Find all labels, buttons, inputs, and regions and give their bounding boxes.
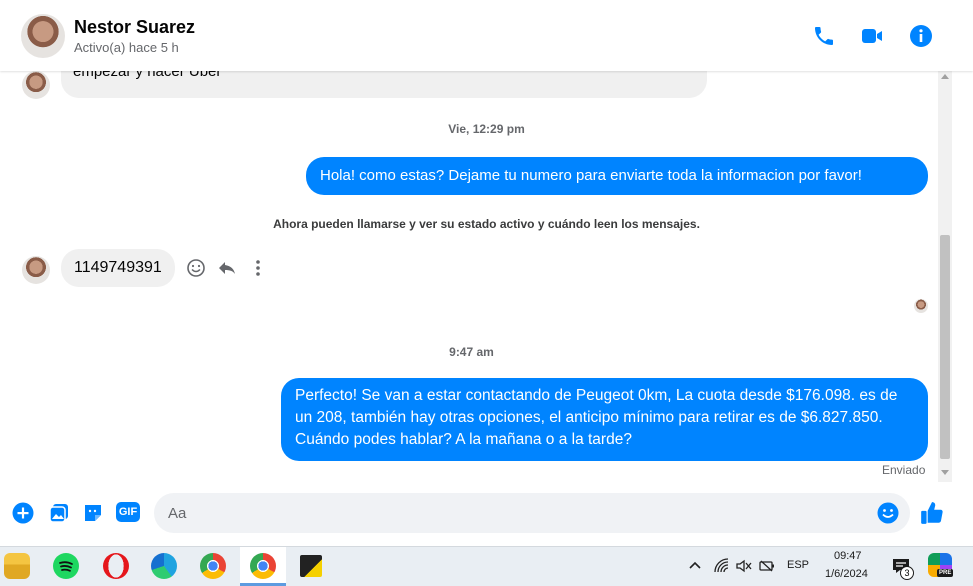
edge-icon[interactable]: [151, 553, 177, 579]
contact-name[interactable]: Nestor Suarez: [74, 17, 195, 38]
thumbs-up-like-icon[interactable]: [919, 500, 945, 526]
gif-button[interactable]: GIF: [116, 502, 140, 522]
scroll-down-arrow-icon[interactable]: [941, 470, 949, 475]
scroll-up-arrow-icon[interactable]: [941, 74, 949, 79]
system-notice: Ahora pueden llamarse y ver su estado ac…: [273, 217, 700, 231]
pre-badge: PRE: [937, 569, 954, 577]
add-plus-icon[interactable]: [12, 502, 34, 524]
message-text: Perfecto! Se van a estar contactando de …: [295, 387, 898, 448]
contact-avatar[interactable]: [21, 14, 65, 58]
message-list[interactable]: empezar y hacer Uber Vie, 12:29 pm Hola!…: [0, 71, 973, 482]
timestamp-divider: Vie, 12:29 pm: [448, 122, 525, 136]
message-text: 1149749391: [74, 259, 162, 276]
outgoing-message-bubble[interactable]: Perfecto! Se van a estar contactando de …: [281, 378, 928, 461]
clock-date[interactable]: 1/6/2024: [825, 568, 868, 580]
contact-status: Activo(a) hace 5 h: [74, 40, 179, 55]
delivery-status: Enviado: [882, 463, 926, 477]
windows-taskbar: [0, 546, 973, 586]
wifi-icon[interactable]: [713, 557, 731, 575]
message-composer: GIF Aa: [0, 482, 973, 546]
message-text: empezar y hacer Uber: [73, 71, 222, 80]
spotify-icon[interactable]: [53, 553, 79, 579]
seen-receipt-avatar: [914, 299, 928, 313]
contact-small-avatar: [22, 256, 50, 284]
chevron-up-icon[interactable]: [688, 558, 702, 572]
chat-header: Nestor Suarez Activo(a) hace 5 h: [0, 0, 973, 71]
clock-time[interactable]: 09:47: [834, 550, 862, 562]
attach-image-icon[interactable]: [48, 502, 70, 524]
opera-icon[interactable]: [103, 553, 129, 579]
message-input[interactable]: Aa: [154, 493, 910, 533]
sticky-notes-icon[interactable]: [300, 555, 322, 577]
incoming-message-bubble[interactable]: 1149749391: [61, 249, 175, 287]
messenger-chat-window: Nestor Suarez Activo(a) hace 5 h empezar…: [0, 0, 973, 546]
timestamp-divider: 9:47 am: [449, 345, 494, 359]
file-explorer-icon[interactable]: [4, 553, 30, 579]
video-call-icon[interactable]: [860, 24, 884, 48]
react-emoji-icon[interactable]: [186, 258, 206, 278]
language-indicator[interactable]: ESP: [787, 559, 809, 571]
scrollbar-thumb[interactable]: [940, 235, 950, 459]
message-text: Hola! como estas? Dejame tu numero para …: [320, 167, 862, 184]
chrome-icon[interactable]: [200, 553, 226, 579]
info-icon[interactable]: [909, 24, 933, 48]
spotify-waves-icon: [59, 561, 73, 572]
sticker-icon[interactable]: [82, 502, 104, 524]
battery-charging-icon[interactable]: [758, 557, 776, 575]
more-options-icon[interactable]: [248, 258, 268, 278]
contact-small-avatar: [22, 71, 50, 99]
emoji-picker-icon[interactable]: [877, 502, 899, 524]
notification-count-badge: 3: [900, 566, 914, 580]
volume-muted-icon[interactable]: [735, 557, 753, 575]
outgoing-message-bubble[interactable]: Hola! como estas? Dejame tu numero para …: [306, 157, 928, 195]
reply-icon[interactable]: [217, 258, 237, 278]
chrome-profile-icon[interactable]: [250, 553, 276, 579]
incoming-message-bubble[interactable]: empezar y hacer Uber: [61, 71, 707, 98]
phone-call-icon[interactable]: [812, 24, 836, 48]
